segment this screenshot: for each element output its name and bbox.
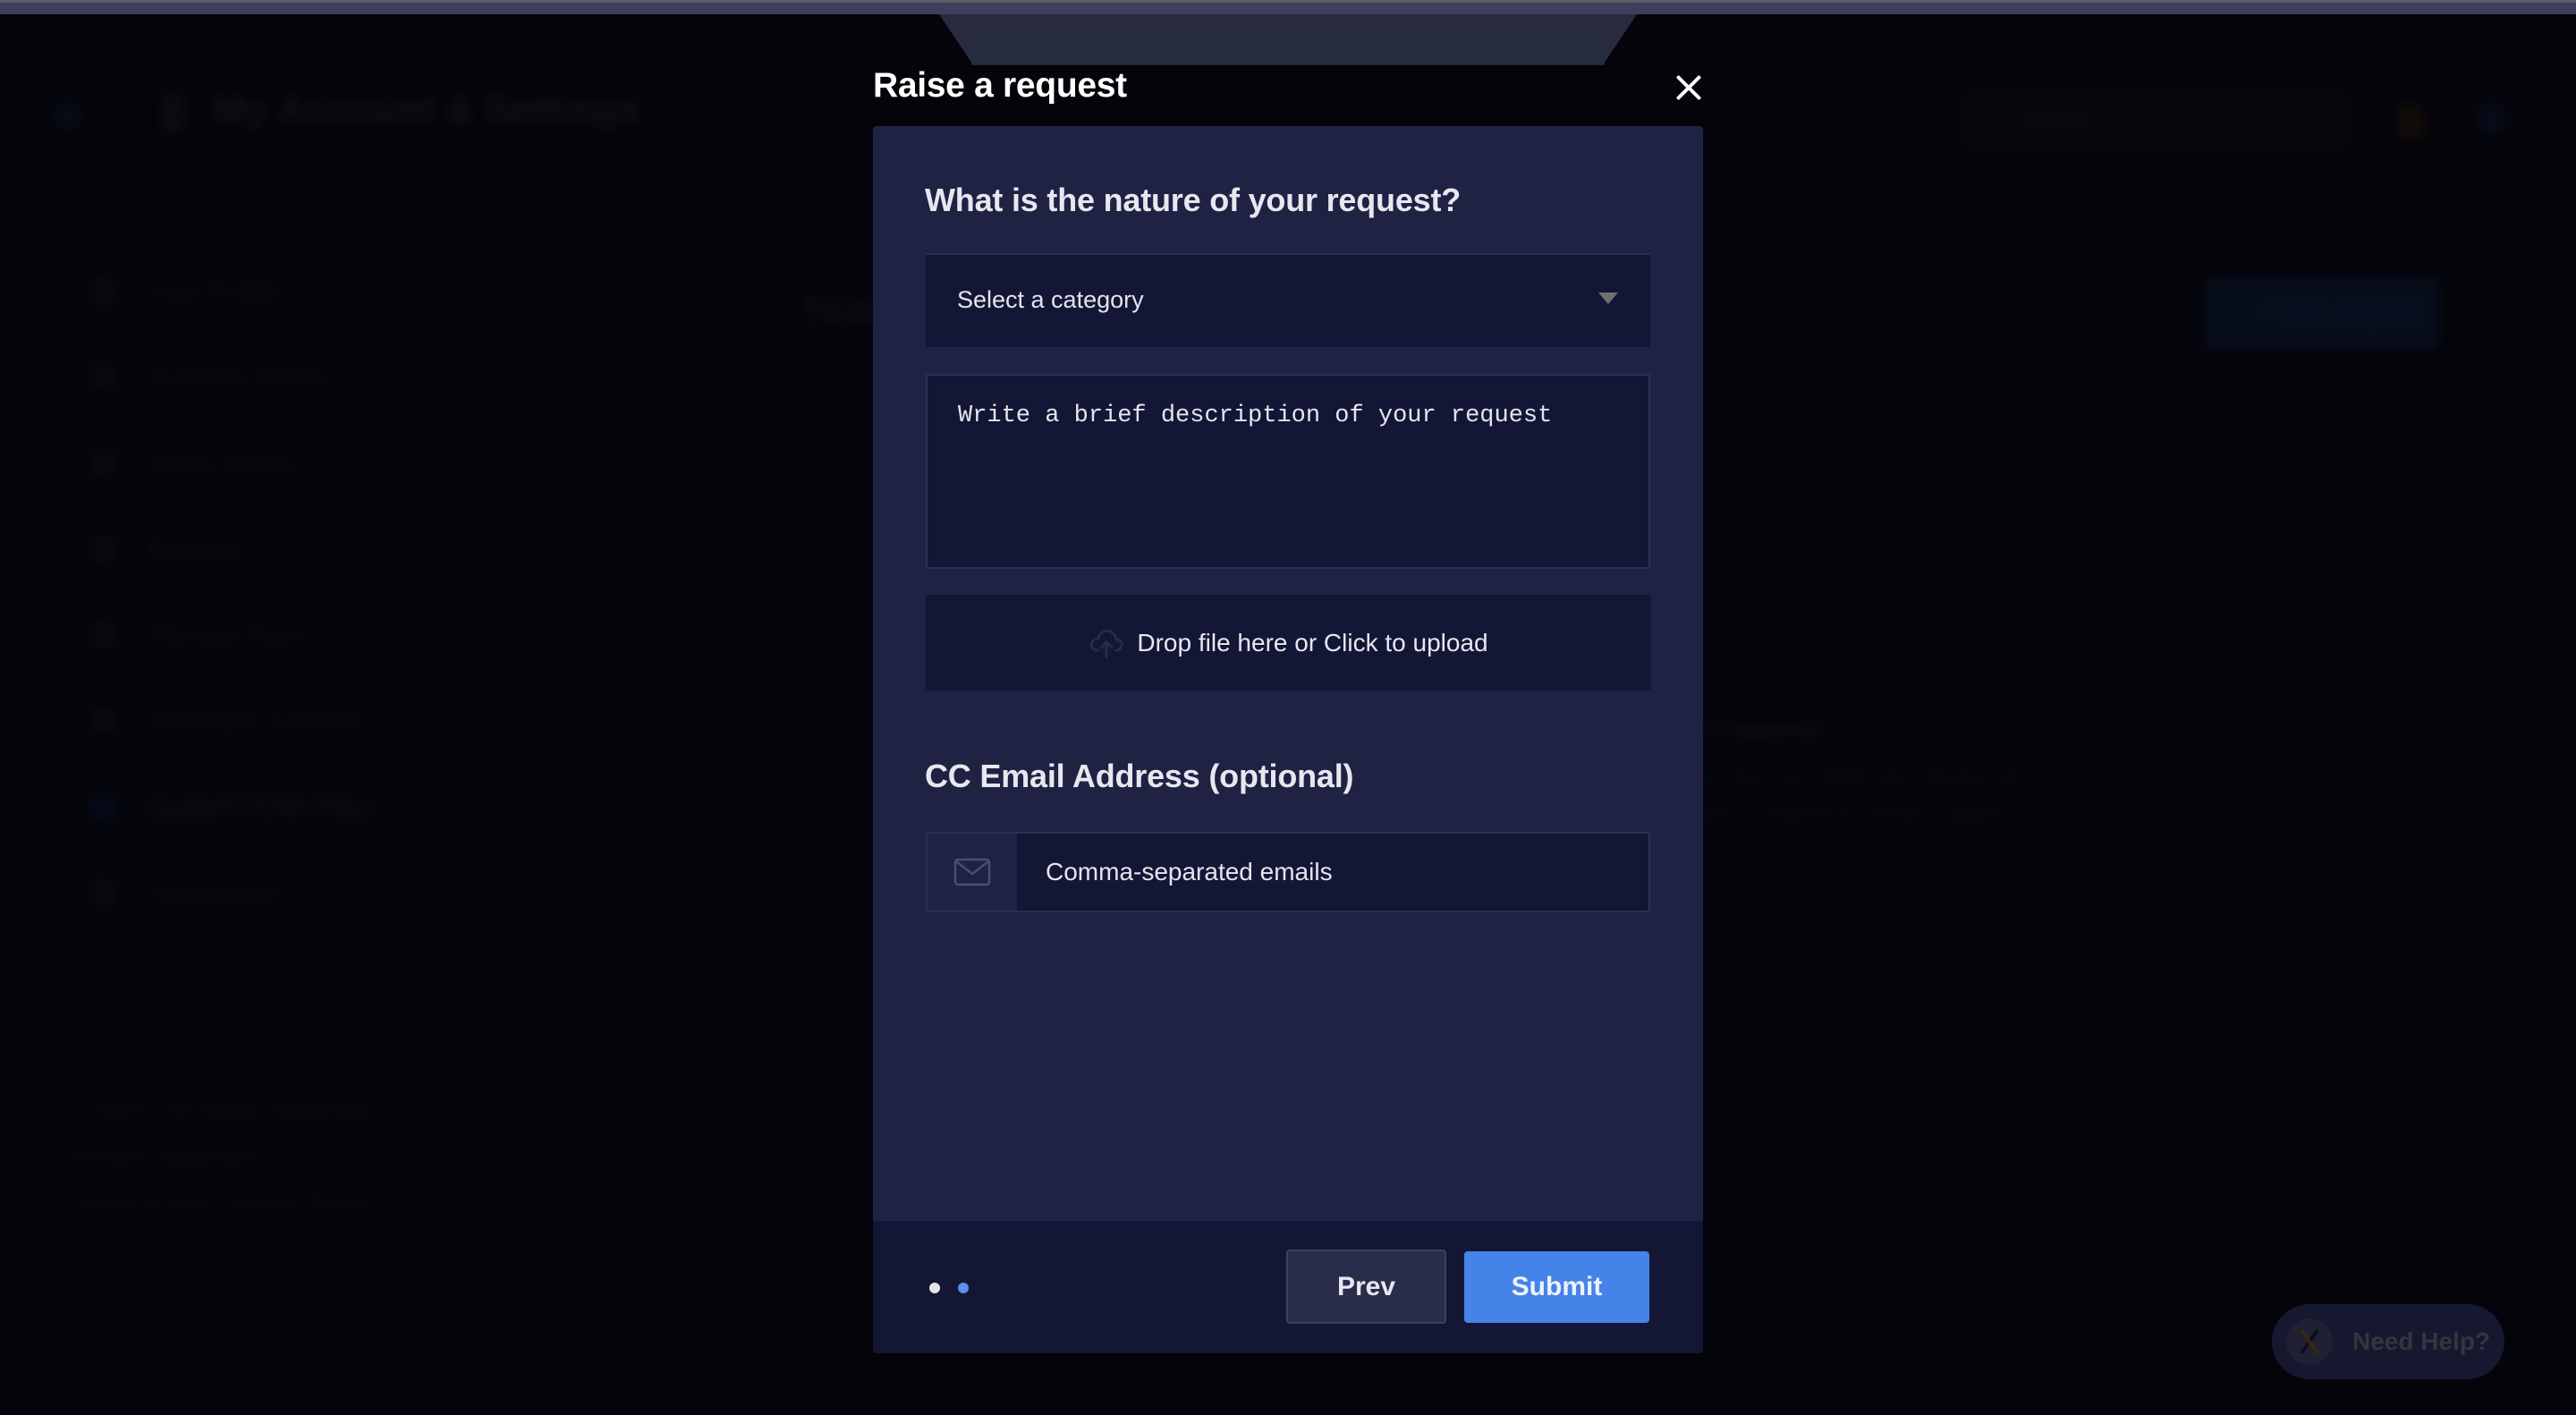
category-select-value: Select a category xyxy=(957,286,1144,313)
submit-button[interactable]: Submit xyxy=(1464,1251,1649,1323)
need-help-label: Need Help? xyxy=(2352,1327,2491,1355)
top-bar xyxy=(0,3,2576,14)
modal-footer: Prev Submit xyxy=(873,1221,1703,1353)
need-help-button[interactable]: Need Help? xyxy=(2272,1304,2504,1379)
cc-email-input[interactable] xyxy=(1017,834,1648,911)
step-dot-2[interactable] xyxy=(958,1283,969,1293)
envelope-icon xyxy=(953,858,991,886)
category-select[interactable]: Select a category xyxy=(926,253,1650,347)
brand-logo-icon xyxy=(2286,1318,2333,1365)
modal-title: Raise a request xyxy=(873,66,1127,105)
close-icon[interactable] xyxy=(1671,70,1707,106)
cc-email-label: CC Email Address (optional) xyxy=(925,758,1354,794)
step-dot-1[interactable] xyxy=(929,1283,940,1293)
caret-down-icon xyxy=(1598,292,1618,304)
file-upload-dropzone[interactable]: Drop file here or Click to upload xyxy=(926,595,1651,691)
upload-label: Drop file here or Click to upload xyxy=(1137,628,1488,657)
prev-button[interactable]: Prev xyxy=(1286,1250,1446,1324)
cc-email-field[interactable] xyxy=(926,832,1650,912)
cloud-upload-icon xyxy=(1090,629,1124,658)
description-textarea[interactable] xyxy=(926,374,1650,569)
request-nature-label: What is the nature of your request? xyxy=(925,182,1462,218)
envelope-icon-box xyxy=(928,834,1017,911)
request-modal: What is the nature of your request? Sele… xyxy=(873,126,1703,1353)
